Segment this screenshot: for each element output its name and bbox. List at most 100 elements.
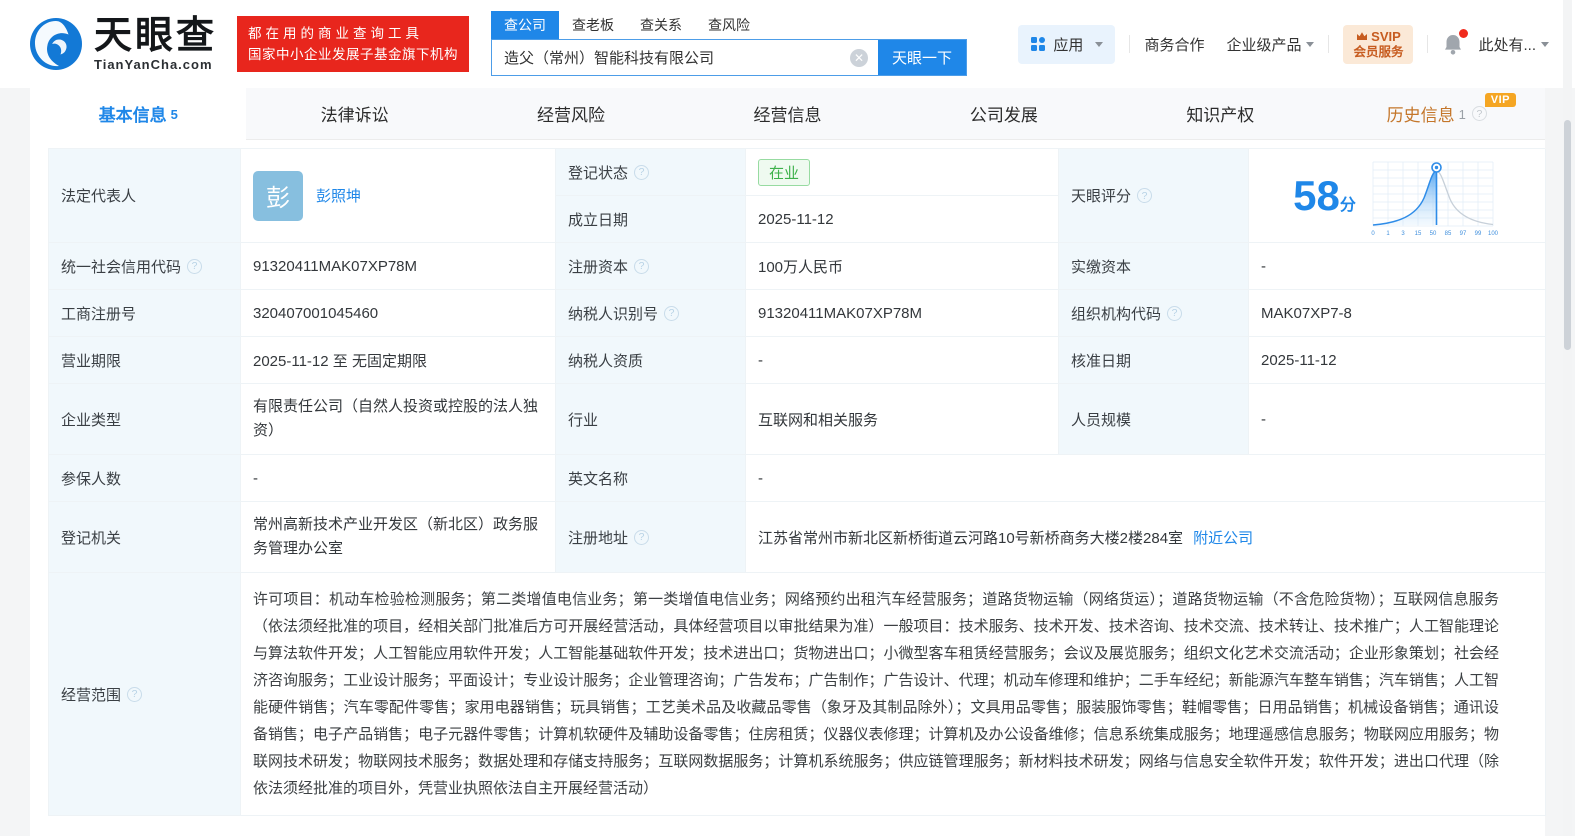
svg-text:15: 15 bbox=[1415, 231, 1422, 237]
taxpayer-quality-value-cell: - bbox=[746, 337, 1059, 384]
section-tabs: 基本信息 5 法律诉讼 经营风险 经营信息 公司发展 知识产权 VIP 历史信息… bbox=[30, 88, 1545, 140]
svg-text:50: 50 bbox=[1430, 231, 1437, 237]
approval-date-label-cell: 核准日期 bbox=[1059, 337, 1249, 384]
svg-text:100: 100 bbox=[1488, 231, 1499, 237]
staff-size-label-cell: 人员规模 bbox=[1059, 384, 1249, 455]
staff-size-value-cell: - bbox=[1249, 384, 1546, 455]
tab-basic-info[interactable]: 基本信息 5 bbox=[30, 88, 247, 140]
score-value: 58 bbox=[1293, 171, 1340, 219]
help-icon[interactable]: ? bbox=[127, 686, 143, 702]
svg-text:0: 0 bbox=[1371, 231, 1375, 237]
vip-badge: VIP bbox=[1484, 93, 1516, 107]
svg-text:97: 97 bbox=[1460, 231, 1467, 237]
reg-number-value-cell: 320407001045460 bbox=[241, 290, 556, 337]
taxpayer-id-label-cell: 纳税人识别号 ? bbox=[556, 290, 746, 337]
business-scope-label-cell: 经营范围 ? bbox=[49, 573, 241, 816]
reg-authority-label-cell: 登记机关 bbox=[49, 502, 241, 573]
nearby-companies-link[interactable]: 附近公司 bbox=[1193, 527, 1253, 548]
svip-member-button[interactable]: SVIP 会员服务 bbox=[1343, 24, 1414, 64]
table-row: 参保人数 - 英文名称 - bbox=[49, 455, 1546, 502]
notifications-button[interactable] bbox=[1442, 29, 1469, 56]
tab-company-development[interactable]: 公司发展 bbox=[896, 88, 1112, 139]
help-icon[interactable]: ? bbox=[1167, 305, 1183, 321]
business-scope-value-cell: 许可项目：机动车检验检测服务；第二类增值电信业务；第一类增值电信业务；网络预约出… bbox=[241, 573, 1546, 816]
scrollbar-thumb[interactable] bbox=[1564, 120, 1571, 350]
approval-date-value-cell: 2025-11-12 bbox=[1249, 337, 1546, 384]
reg-capital-label-cell: 注册资本 ? bbox=[556, 243, 746, 290]
top-header: 天眼查 TianYanCha.com 都在用的商业查询工具 国家中小企业发展子基… bbox=[0, 0, 1575, 88]
address-text: 江苏省常州市新北区新桥街道云河路10号新桥商务大楼2楼284室 bbox=[758, 529, 1184, 547]
help-icon[interactable]: ? bbox=[634, 529, 650, 545]
business-cooperation-link[interactable]: 商务合作 bbox=[1144, 34, 1204, 55]
score-label-cell: 天眼评分 ? bbox=[1059, 149, 1249, 243]
establish-date-value-cell: 2025-11-12 bbox=[746, 196, 1059, 243]
svg-text:1: 1 bbox=[1386, 231, 1390, 237]
table-row: 营业期限 2025-11-12 至 无固定期限 纳税人资质 - 核准日期 202… bbox=[49, 337, 1546, 384]
tianyancha-logo[interactable]: 天眼查 TianYanCha.com bbox=[28, 16, 217, 72]
paid-capital-value-cell: - bbox=[1249, 243, 1546, 290]
paid-capital-label-cell: 实缴资本 bbox=[1059, 243, 1249, 290]
user-menu[interactable]: 此处有... bbox=[1478, 34, 1549, 55]
scrollbar[interactable] bbox=[1563, 0, 1572, 836]
enterprise-product-label: 企业级产品 bbox=[1226, 36, 1302, 54]
apps-grid-icon bbox=[1031, 37, 1046, 51]
svip-label: SVIP bbox=[1371, 28, 1401, 44]
search-button[interactable]: 天眼一下 bbox=[878, 40, 967, 75]
legal-rep-link[interactable]: 彭照坤 bbox=[316, 185, 361, 206]
divider bbox=[1129, 35, 1131, 53]
brand-name: 天眼查 bbox=[94, 15, 218, 57]
help-icon[interactable]: ? bbox=[187, 258, 203, 274]
search-tab-relation[interactable]: 查关系 bbox=[627, 11, 695, 39]
tab-legal-litigation[interactable]: 法律诉讼 bbox=[246, 88, 462, 139]
help-icon[interactable]: ? bbox=[664, 305, 680, 321]
avatar[interactable]: 彭 bbox=[253, 170, 303, 221]
table-row: 法定代表人 彭 彭照坤 登记状态 ? 在业 成立日期 2025-11-12 天眼… bbox=[49, 149, 1546, 243]
establish-date-label-cell: 成立日期 bbox=[556, 196, 746, 243]
search-area: 查公司 查老板 查关系 查风险 ✕ 天眼一下 bbox=[491, 11, 968, 76]
apps-label: 应用 bbox=[1053, 36, 1084, 54]
industry-value-cell: 互联网和相关服务 bbox=[746, 384, 1059, 455]
tab-history-info[interactable]: VIP 历史信息 1 ? bbox=[1329, 88, 1545, 139]
tab-intellectual-property[interactable]: 知识产权 bbox=[1112, 88, 1328, 139]
divider bbox=[1328, 35, 1330, 53]
search-tab-boss[interactable]: 查老板 bbox=[559, 11, 627, 39]
tab-business-risk[interactable]: 经营风险 bbox=[463, 88, 679, 139]
reg-status-value-cell: 在业 bbox=[746, 149, 1059, 196]
credit-code-value-cell: 91320411MAK07XP78M bbox=[241, 243, 556, 290]
english-name-label-cell: 英文名称 bbox=[556, 455, 746, 502]
tab-history-count: 1 bbox=[1458, 107, 1466, 122]
help-icon[interactable]: ? bbox=[634, 258, 650, 274]
reg-number-label-cell: 工商注册号 bbox=[49, 290, 241, 337]
taxpayer-id-value-cell: 91320411MAK07XP78M bbox=[746, 290, 1059, 337]
business-term-label-cell: 营业期限 bbox=[49, 337, 241, 384]
score-distribution-chart: 0 1 3 15 50 85 97 99 100 bbox=[1371, 161, 1499, 237]
company-type-value-cell: 有限责任公司（自然人投资或控股的法人独资） bbox=[241, 384, 556, 455]
search-box: ✕ 天眼一下 bbox=[491, 39, 968, 76]
help-icon[interactable]: ? bbox=[634, 164, 650, 180]
table-row: 工商注册号 320407001045460 纳税人识别号 ? 91320411M… bbox=[49, 290, 1546, 337]
help-icon[interactable]: ? bbox=[1137, 188, 1153, 203]
user-name: 此处有... bbox=[1478, 36, 1536, 54]
clear-search-icon[interactable]: ✕ bbox=[850, 48, 869, 67]
help-icon[interactable]: ? bbox=[1471, 106, 1487, 121]
table-row: 登记状态 ? 在业 bbox=[556, 149, 1059, 196]
table-row: 成立日期 2025-11-12 bbox=[556, 196, 1059, 243]
search-input[interactable] bbox=[492, 49, 851, 66]
legal-rep-value-cell: 彭 彭照坤 bbox=[241, 149, 556, 243]
top-nav: 应用 商务合作 企业级产品 SVIP 会员服务 此处有... bbox=[1018, 24, 1549, 64]
svg-text:3: 3 bbox=[1401, 231, 1405, 237]
search-tab-risk[interactable]: 查风险 bbox=[695, 11, 763, 39]
taxpayer-quality-label-cell: 纳税人资质 bbox=[556, 337, 746, 384]
english-name-value-cell: - bbox=[746, 455, 1546, 502]
enterprise-product-menu[interactable]: 企业级产品 bbox=[1226, 34, 1315, 55]
apps-menu-button[interactable]: 应用 bbox=[1018, 24, 1116, 64]
search-tab-company[interactable]: 查公司 bbox=[491, 11, 560, 39]
tab-business-info[interactable]: 经营信息 bbox=[679, 88, 895, 139]
insured-count-value-cell: - bbox=[241, 455, 556, 502]
basic-info-table: 法定代表人 彭 彭照坤 登记状态 ? 在业 成立日期 2025-11-12 天眼… bbox=[48, 148, 1546, 816]
business-term-value-cell: 2025-11-12 至 无固定期限 bbox=[241, 337, 556, 384]
address-label-cell: 注册地址 ? bbox=[556, 502, 746, 573]
reg-status-label-cell: 登记状态 ? bbox=[556, 149, 746, 196]
svip-sublabel: 会员服务 bbox=[1353, 44, 1404, 59]
chevron-down-icon bbox=[1541, 41, 1549, 47]
